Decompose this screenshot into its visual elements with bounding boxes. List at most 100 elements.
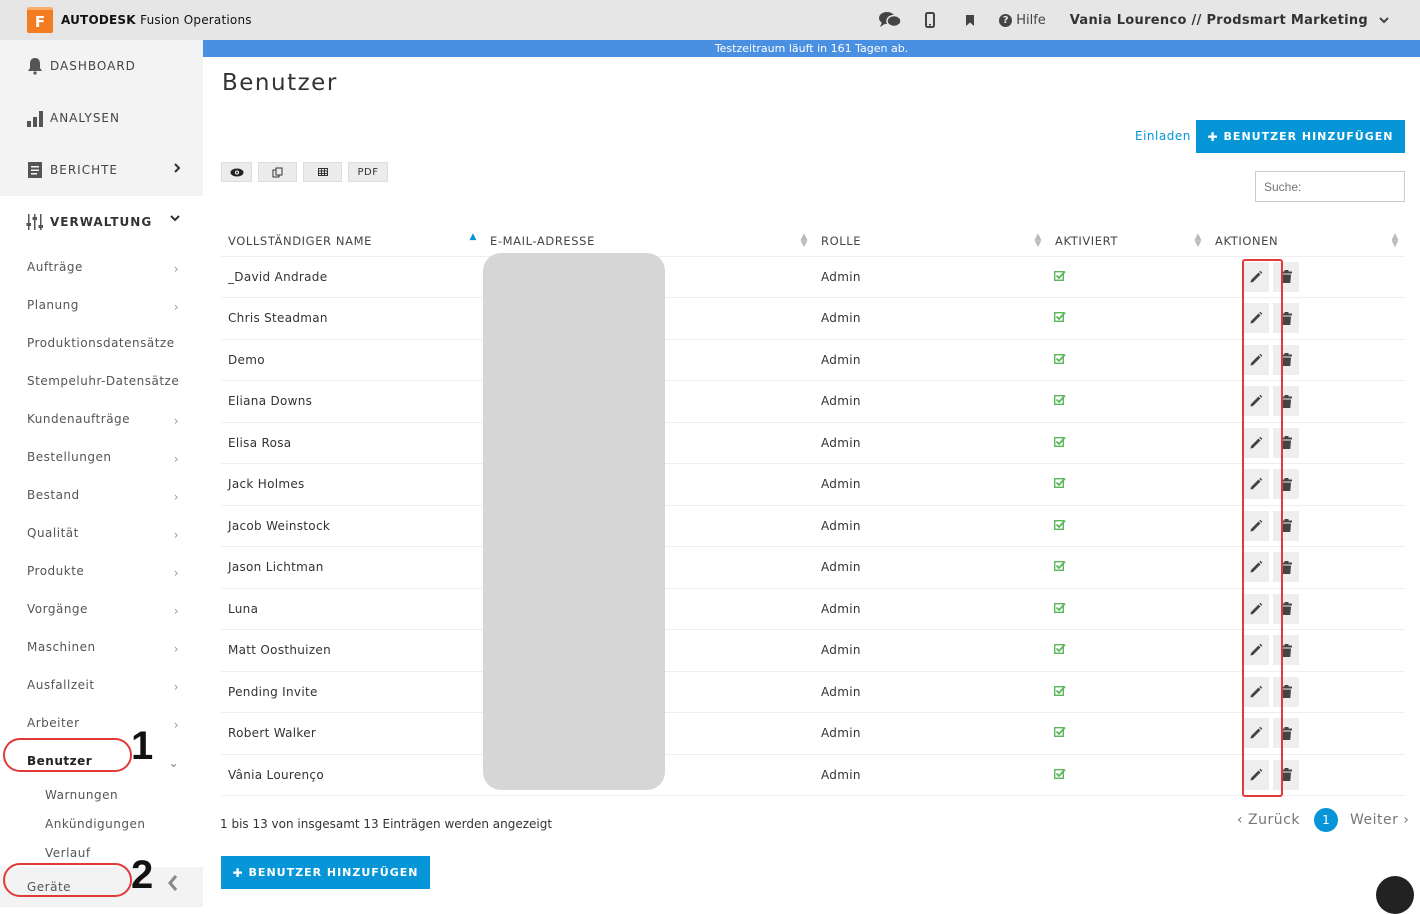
check-icon [1048,505,1208,547]
bell-icon [26,57,44,75]
table-row: Demo Admin [221,339,1405,381]
header-role[interactable]: ROLLE ▲ ▼ [814,226,1048,257]
sidebar-item-dashboard[interactable]: DASHBOARD [0,40,203,92]
annotation-number-2: 2 [131,853,154,897]
sidebar-item-berichte[interactable]: BERICHTE [0,144,203,196]
table-row: Vânia Lourenço Admin [221,754,1405,796]
chevron-right-icon: › [173,300,179,314]
mobile-icon[interactable] [919,9,941,31]
table-row: Elisa Rosa Admin [221,422,1405,464]
sidebar-item-bestand[interactable]: Bestand › [0,476,203,514]
document-icon [26,161,44,179]
sidebar-item-kundenauftraege[interactable]: Kundenaufträge › [0,400,203,438]
pagination: ‹ Zurück 1 Weiter › [1237,808,1409,832]
brand-name: AUTODESK [61,13,136,27]
users-table: VOLLSTÄNDIGER NAME ▲ E-MAIL-ADRESSE ▲ ▼ ROL… [221,226,1405,796]
sidebar-item-analysen[interactable]: ANALYSEN [0,92,203,144]
sidebar-item-ankuendigungen[interactable]: Ankündigungen [0,809,203,838]
sidebar-item-maschinen[interactable]: Maschinen › [0,628,203,666]
redacted-email-column [483,253,665,790]
bookmark-icon[interactable] [959,9,981,31]
sidebar-item-planung[interactable]: Planung › [0,286,203,324]
user-menu[interactable]: Vania Lourenco // Prodsmart Marketing [1070,13,1368,28]
page-title: Benutzer [222,70,338,96]
column-visibility-button[interactable] [221,162,252,182]
search-input[interactable] [1255,171,1405,202]
prev-page-link[interactable]: ‹ Zurück [1237,812,1300,828]
cell-role: Admin [814,256,1048,298]
support-chat-button[interactable] [1376,876,1414,914]
cell-role: Admin [814,380,1048,423]
pdf-button[interactable]: PDF [348,162,388,182]
app-logo[interactable]: F AUTODESK Fusion Operations [27,7,252,33]
cell-role: Admin [814,463,1048,506]
table-row: Jacob Weinstock Admin [221,505,1405,547]
cell-role: Admin [814,297,1048,340]
sidebar-item-warnungen[interactable]: Warnungen [0,780,203,809]
next-page-link[interactable]: Weiter › [1350,812,1409,828]
sidebar-item-arbeiter[interactable]: Arbeiter › [0,704,203,742]
sort-icon: ▲ ▼ [1194,232,1202,249]
add-user-button[interactable]: ✚ BENUTZER HINZUFÜGEN [1196,120,1405,153]
export-toolbar: PDF [221,162,394,182]
cell-name: Jason Lichtman [221,546,483,589]
invite-link[interactable]: Einladen [1135,129,1191,143]
sidebar-item-vorgaenge[interactable]: Vorgänge › [0,590,203,628]
plus-icon: ✚ [232,865,244,880]
page-1-button[interactable]: 1 [1313,808,1338,832]
check-icon [1048,546,1208,589]
header-email[interactable]: E-MAIL-ADRESSE ▲ ▼ [483,226,814,257]
sidebar-item-produktionsdatensaetze[interactable]: Produktionsdatensätze [0,324,203,362]
chevron-right-icon: › [173,490,179,504]
cell-role: Admin [814,671,1048,713]
table-row: Luna Admin [221,588,1405,630]
table-row: Eliana Downs Admin [221,380,1405,423]
annotation-oval-benutzer [3,738,132,772]
copy-button[interactable] [258,162,297,182]
collapse-sidebar-icon[interactable] [165,873,181,893]
sidebar: DASHBOARD ANALYSEN BERICHTE VERWALTUNG A… [0,40,203,907]
check-icon [1048,380,1208,423]
sidebar-item-verwaltung[interactable]: VERWALTUNG [0,196,203,248]
check-icon [1048,629,1208,672]
header-activated[interactable]: AKTIVIERT ▲ ▼ [1048,226,1208,257]
header-full-name[interactable]: VOLLSTÄNDIGER NAME ▲ [221,226,483,257]
cell-name: Robert Walker [221,712,483,755]
check-icon [1048,671,1208,713]
bar-chart-icon [26,109,44,127]
cell-role: Admin [814,588,1048,630]
cell-role: Admin [814,754,1048,796]
chevron-down-icon[interactable] [1378,14,1390,26]
check-icon [1048,339,1208,381]
help-link[interactable]: ? Hilfe [999,13,1046,28]
fusion-logo-icon: F [27,7,53,33]
sidebar-item-produkte[interactable]: Produkte › [0,552,203,590]
sort-asc-icon: ▲ [469,232,477,242]
cell-role: Admin [814,629,1048,672]
table-row: Chris Steadman Admin [221,297,1405,340]
cell-name: Demo [221,339,483,381]
eye-icon [230,168,243,176]
sort-icon: ▲ ▼ [1034,232,1042,249]
check-icon [1048,256,1208,298]
product-name: Fusion Operations [140,13,252,27]
cell-name: Vânia Lourenço [221,754,483,796]
chevron-down-icon [170,215,180,222]
add-user-button-bottom[interactable]: ✚ BENUTZER HINZUFÜGEN [221,856,430,889]
excel-button[interactable] [303,162,342,182]
sort-icon: ▲ ▼ [1391,232,1399,249]
chevron-right-icon: › [173,262,179,276]
chat-icon[interactable] [879,9,902,31]
chevron-right-icon: › [173,680,179,694]
header-actions[interactable]: AKTIONEN ▲ ▼ [1208,226,1405,257]
sidebar-item-stempeluhr[interactable]: Stempeluhr-Datensätze [0,362,203,400]
sidebar-item-auftraege[interactable]: Aufträge › [0,248,203,286]
chevron-down-icon: ⌄ [168,756,179,770]
chevron-right-icon: › [173,452,179,466]
check-icon [1048,422,1208,464]
sidebar-item-ausfallzeit[interactable]: Ausfallzeit › [0,666,203,704]
sidebar-item-bestellungen[interactable]: Bestellungen › [0,438,203,476]
sidebar-item-qualitaet[interactable]: Qualität › [0,514,203,552]
cell-role: Admin [814,505,1048,547]
table-row: Pending Invite Admin [221,671,1405,713]
